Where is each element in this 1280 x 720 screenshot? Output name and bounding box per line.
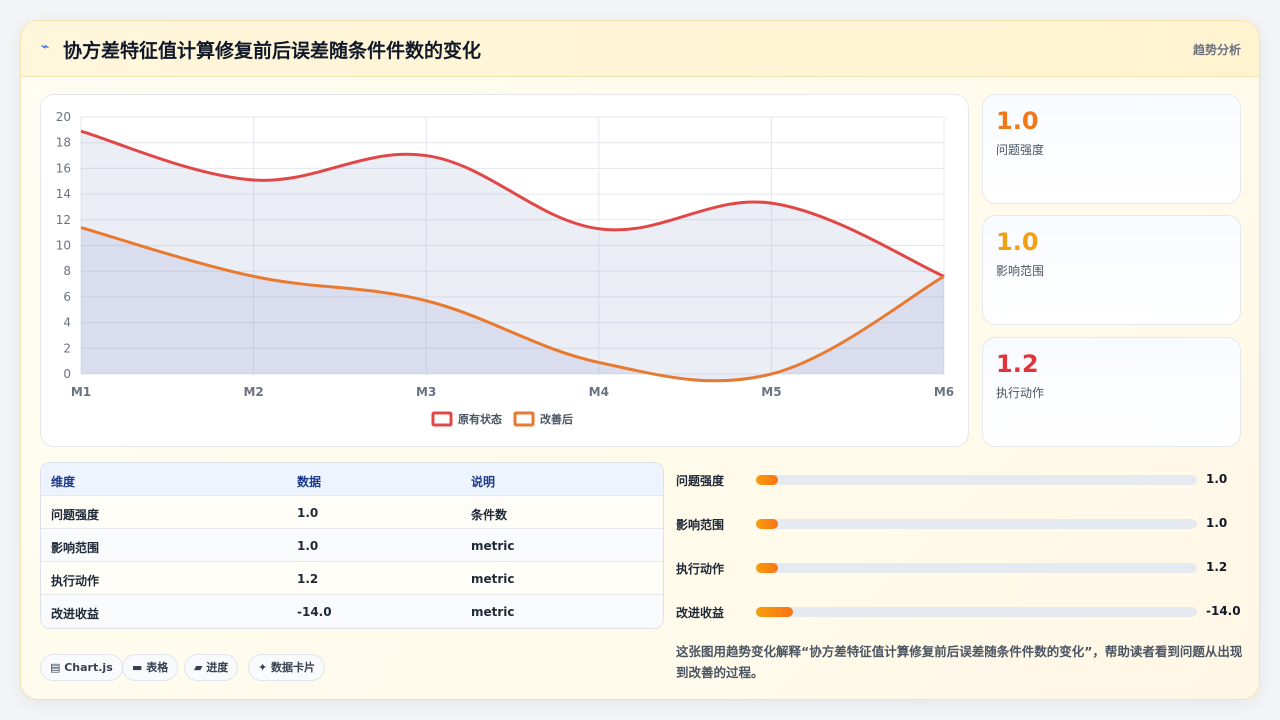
progress-fill <box>756 607 794 617</box>
progress-label: 执行动作 <box>676 562 725 576</box>
progress-track <box>756 519 1197 529</box>
trend-icon: ⌁ <box>41 39 50 55</box>
chip-table[interactable]: ▬ 表格 <box>122 654 179 681</box>
y-tick-label: 20 <box>56 110 71 124</box>
table-cell: 执行动作 <box>51 574 100 588</box>
stat-value: 1.2 <box>996 350 1039 378</box>
stat-value: 1.0 <box>996 107 1039 135</box>
progress-value: 1.0 <box>1206 516 1228 530</box>
table-cell: 1.0 <box>297 539 319 553</box>
data-table: 维度 数据 说明 问题强度 1.0 条件数 影响范围 1.0 metric 执行… <box>40 462 664 629</box>
y-tick-label: 6 <box>63 290 71 304</box>
y-tick-label: 18 <box>56 136 71 150</box>
x-tick-label: M6 <box>934 385 954 399</box>
chip-label: 表格 <box>146 661 169 674</box>
stat-label: 影响范围 <box>996 264 1045 278</box>
stat-label: 执行动作 <box>996 386 1045 400</box>
stat-card-execution: 1.2 执行动作 <box>982 337 1241 447</box>
progress-row: 执行动作 1.2 <box>676 558 1236 578</box>
y-tick-label: 0 <box>63 367 71 381</box>
progress-value: -14.0 <box>1206 604 1241 618</box>
progress-fill <box>756 563 779 573</box>
progress-row: 改进收益 -14.0 <box>676 602 1241 622</box>
x-tick-label: M1 <box>71 385 91 399</box>
progress-value: 1.2 <box>1206 560 1228 574</box>
chip-data-card[interactable]: ✦ 数据卡片 <box>248 654 326 681</box>
main-card: ⌁ 协方差特征值计算修复前后误差随条件件数的变化 趋势分析 0 2 4 6 8 10 12 1… <box>20 20 1260 700</box>
chart-panel: 0 2 4 6 8 10 12 14 16 18 20 M1 M2 M3 M4 M5 M6 原有状态 改善后 <box>40 94 969 447</box>
y-tick-label: 8 <box>63 264 71 278</box>
progress-track <box>756 607 1197 617</box>
table-cell: metric <box>471 572 515 586</box>
chip-chartjs[interactable]: ▤ Chart.js <box>40 654 123 681</box>
stat-card-impact-scope: 1.0 影响范围 <box>982 215 1241 325</box>
card-icon: ✦ <box>258 661 272 674</box>
stat-value: 1.0 <box>996 228 1039 256</box>
progress-fill <box>756 519 779 529</box>
table-cell: metric <box>471 605 515 619</box>
table-header-cell: 说明 <box>471 475 496 489</box>
y-tick-label: 2 <box>63 341 71 355</box>
progress-label: 改进收益 <box>676 606 725 620</box>
chip-label: 进度 <box>206 661 229 674</box>
header-bar: ⌁ 协方差特征值计算修复前后误差随条件件数的变化 趋势分析 <box>21 21 1259 77</box>
table-header-row: 维度 数据 说明 <box>41 463 663 496</box>
x-tick-label: M3 <box>416 385 436 399</box>
table-cell: 问题强度 <box>51 508 100 522</box>
page-title: 协方差特征值计算修复前后误差随条件件数的变化 <box>63 40 482 62</box>
progress-fill <box>756 475 779 485</box>
table-header-cell: 维度 <box>51 475 76 489</box>
progress-track <box>756 563 1197 573</box>
table-cell: -14.0 <box>297 605 332 619</box>
progress-row: 影响范围 1.0 <box>676 514 1236 534</box>
table-cell: 条件数 <box>471 508 508 522</box>
y-tick-label: 16 <box>56 161 71 175</box>
stat-card-problem-intensity: 1.0 问题强度 <box>982 94 1241 204</box>
x-tick-label: M4 <box>589 385 609 399</box>
table-row: 执行动作 1.2 metric <box>41 562 663 595</box>
table-cell: metric <box>471 539 515 553</box>
table-cell: 1.2 <box>297 572 319 586</box>
progress-track <box>756 475 1197 485</box>
table-cell: 影响范围 <box>51 541 100 555</box>
trend-analysis-tag[interactable]: 趋势分析 <box>1193 41 1241 58</box>
table-header-cell: 数据 <box>297 475 322 489</box>
table-cell: 1.0 <box>297 506 319 520</box>
progress-row: 问题强度 1.0 <box>676 470 1236 490</box>
y-tick-label: 10 <box>56 239 71 253</box>
table-icon: ▬ <box>132 661 147 674</box>
progress-label: 影响范围 <box>676 518 725 532</box>
x-tick-label: M5 <box>761 385 781 399</box>
x-tick-label: M2 <box>243 385 263 399</box>
chip-progress[interactable]: ▰ 进度 <box>184 654 239 681</box>
legend-swatch <box>431 411 453 427</box>
legend-swatch <box>513 411 535 427</box>
table-cell: 改进收益 <box>51 607 100 621</box>
table-row: 改进收益 -14.0 metric <box>41 595 663 628</box>
chip-label: 数据卡片 <box>271 661 316 674</box>
y-tick-label: 14 <box>56 187 71 201</box>
chip-label: Chart.js <box>64 661 113 674</box>
stat-label: 问题强度 <box>996 143 1045 157</box>
line-chart: 0 2 4 6 8 10 12 14 16 18 20 M1 M2 M3 M4 M5 M6 原有状态 改善后 <box>56 110 954 427</box>
y-tick-label: 12 <box>56 213 71 227</box>
progress-value: 1.0 <box>1206 472 1228 486</box>
legend-label: 原有状态 <box>458 412 502 426</box>
table-row: 问题强度 1.0 条件数 <box>41 496 663 529</box>
legend-label: 改善后 <box>540 412 573 426</box>
chart-icon: ▤ <box>50 661 65 674</box>
y-tick-label: 4 <box>63 316 71 330</box>
chart-description: 这张图用趋势变化解释“协方差特征值计算修复前后误差随条件件数的变化”，帮助读者看… <box>676 644 1243 680</box>
table-row: 影响范围 1.0 metric <box>41 529 663 562</box>
progress-label: 问题强度 <box>676 474 725 488</box>
progress-icon: ▰ <box>194 661 207 674</box>
